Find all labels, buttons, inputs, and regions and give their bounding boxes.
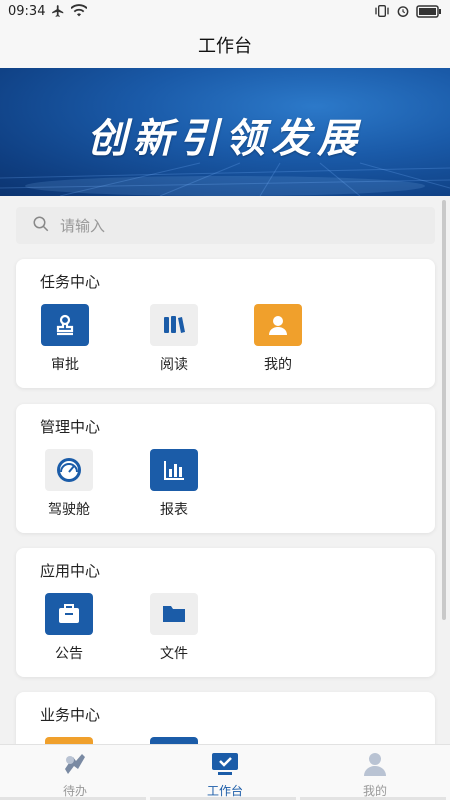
banner: 创新引领发展 [0, 68, 450, 196]
section-title: 应用中心 [40, 562, 101, 580]
vibrate-icon [374, 4, 390, 18]
bottom-tab-bar: 待办 工作台 我的 [0, 744, 450, 800]
airplane-icon [51, 4, 65, 18]
tab-profile[interactable]: 我的 [300, 745, 450, 800]
tile-report[interactable]: 报表 [139, 449, 209, 529]
tile-approval[interactable]: 审批 [30, 304, 100, 384]
tab-workbench[interactable]: 工作台 [150, 745, 300, 800]
tile-mine[interactable]: 我的 [243, 304, 313, 384]
tile-label: 文件 [160, 646, 188, 662]
page-header: 工作台 [0, 22, 450, 68]
section-title: 业务中心 [40, 706, 101, 724]
tile-label: 公告 [55, 646, 83, 662]
tile-label: 审批 [51, 357, 79, 373]
section-title: 任务中心 [40, 273, 101, 291]
alarm-icon [396, 4, 410, 18]
book-icon [150, 304, 198, 346]
stamp-icon [41, 304, 89, 346]
wifi-icon [71, 4, 88, 18]
bar-chart-icon [150, 449, 198, 491]
tile-label: 阅读 [160, 357, 188, 373]
tile-files[interactable]: 文件 [139, 593, 209, 673]
status-bar: 09:34 [0, 0, 450, 22]
search-bar[interactable] [16, 207, 435, 244]
tile-label: 驾驶舱 [48, 502, 90, 518]
profile-icon [361, 751, 389, 780]
battery-icon [416, 4, 442, 18]
briefcase-icon [45, 593, 93, 635]
section-title: 管理中心 [40, 418, 101, 436]
section-task-center: 任务中心 审批 阅读 我的 [16, 259, 435, 388]
folder-icon [150, 593, 198, 635]
tile-label: 我的 [264, 357, 292, 373]
search-icon [32, 215, 50, 237]
gauge-icon [45, 449, 93, 491]
tab-todo[interactable]: 待办 [0, 745, 150, 800]
section-management-center: 管理中心 驾驶舱 报表 [16, 404, 435, 533]
scrollbar[interactable] [442, 200, 446, 620]
page-title: 工作台 [198, 36, 252, 57]
user-icon [254, 304, 302, 346]
tile-announcement[interactable]: 公告 [34, 593, 104, 673]
banner-slogan: 创新引领发展 [87, 115, 363, 162]
search-input[interactable] [60, 216, 360, 235]
section-application-center: 应用中心 公告 文件 [16, 548, 435, 677]
tile-reading[interactable]: 阅读 [139, 304, 209, 384]
status-time: 09:34 [8, 3, 46, 19]
tile-label: 报表 [160, 502, 188, 518]
tile-cockpit[interactable]: 驾驶舱 [34, 449, 104, 529]
todo-icon [61, 751, 89, 780]
workbench-icon [210, 751, 240, 780]
